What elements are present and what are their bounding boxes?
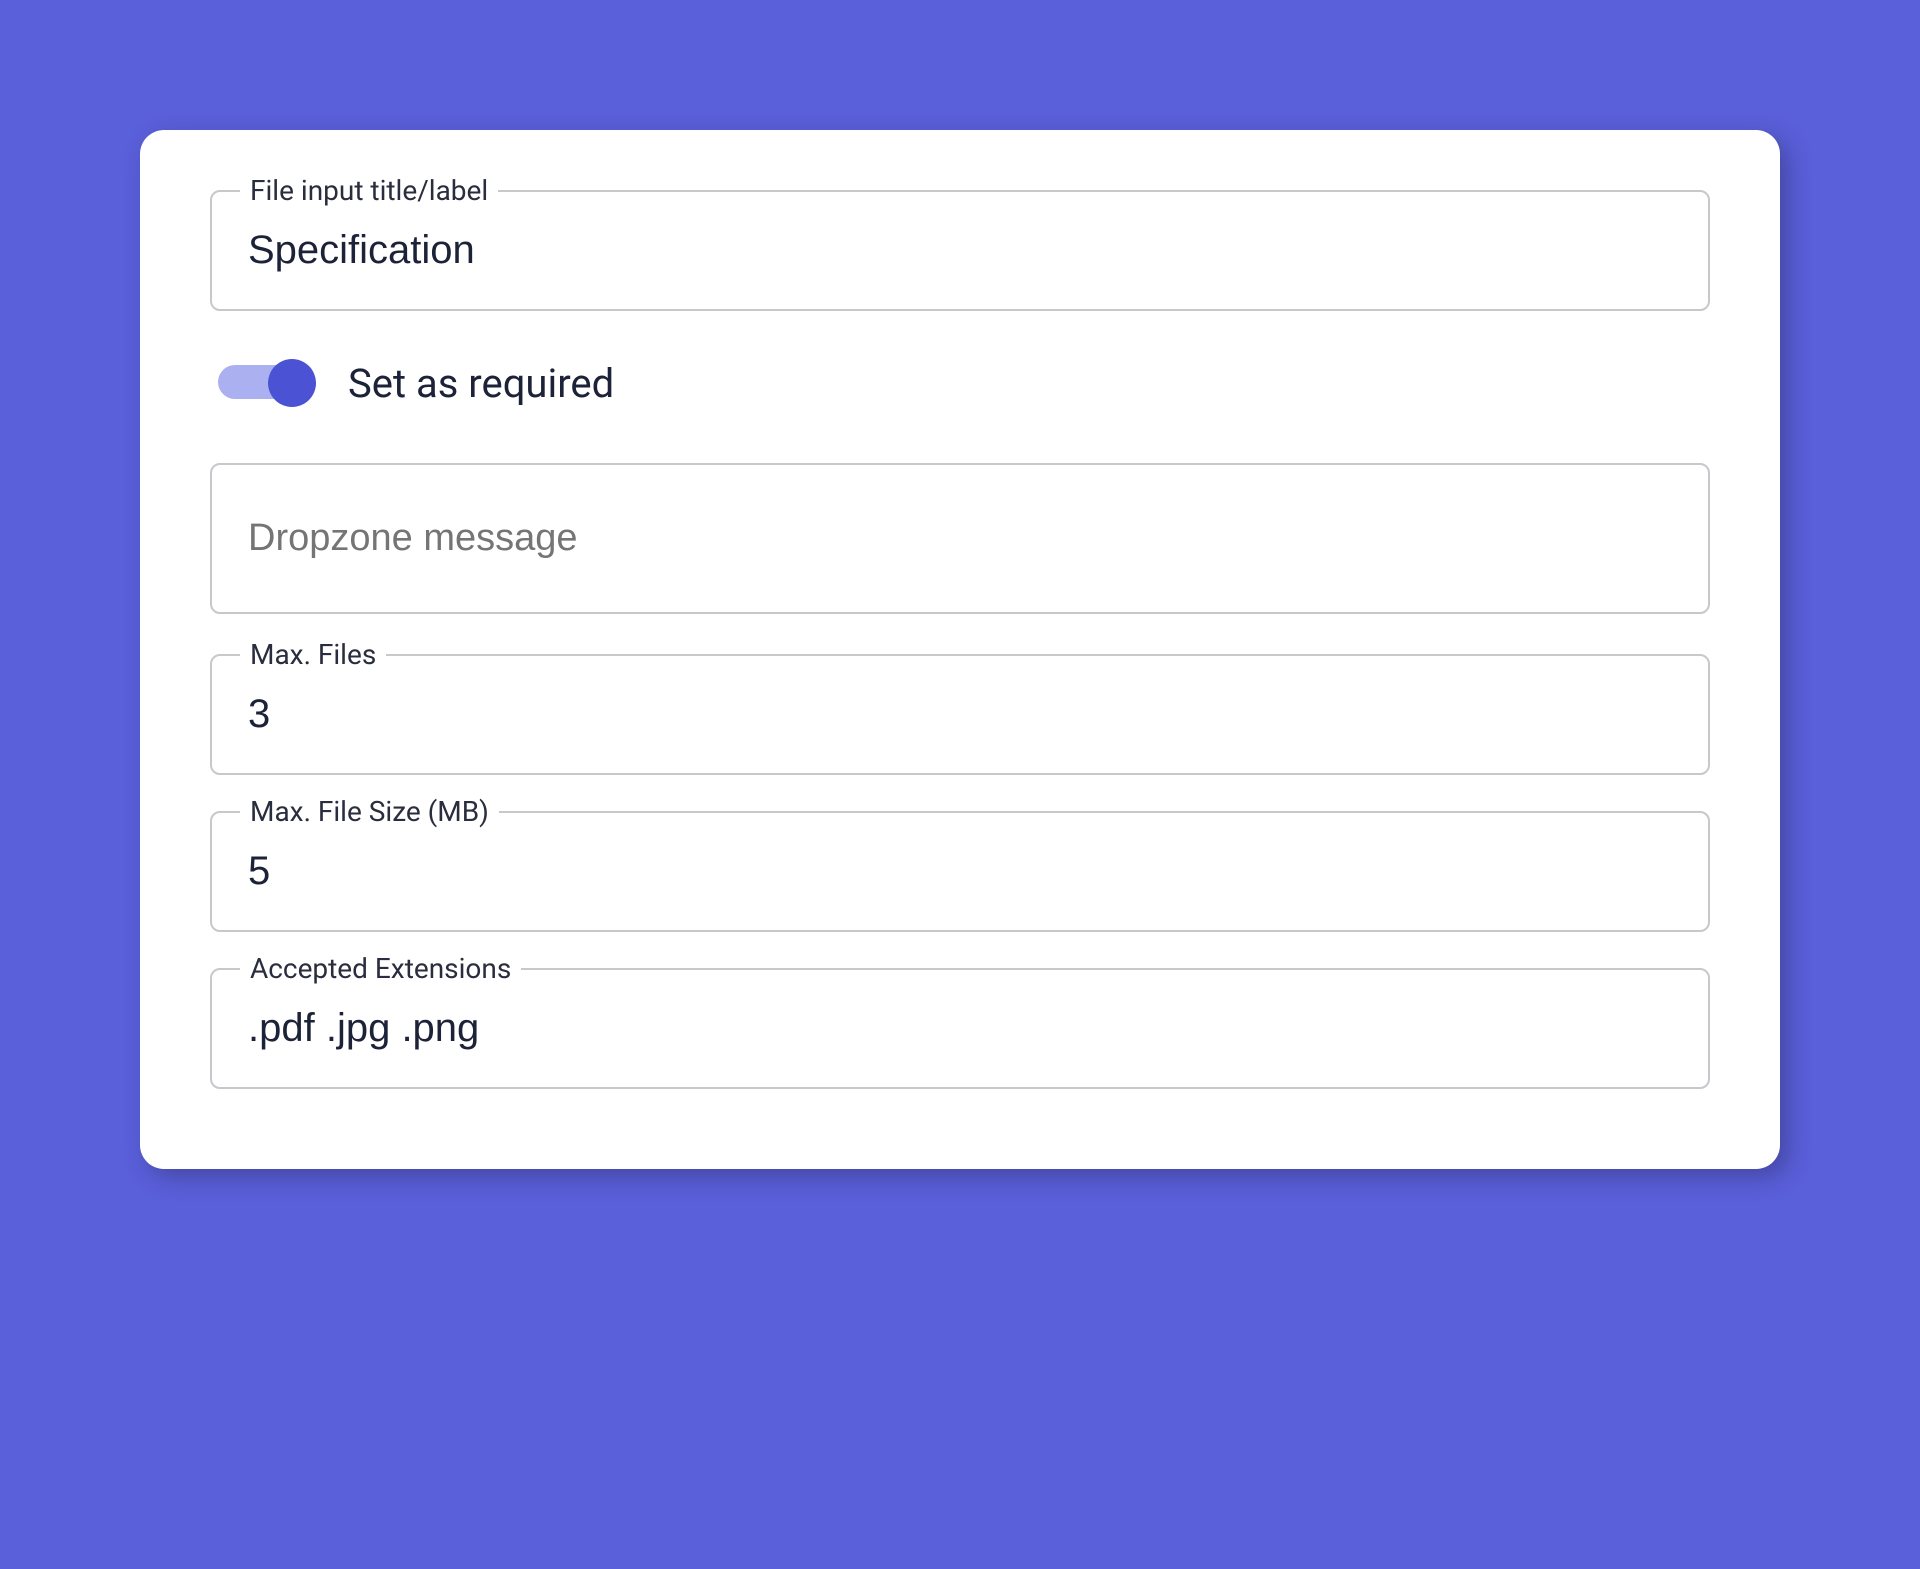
maxfiles-field-group: Max. Files bbox=[210, 654, 1710, 775]
maxfiles-label: Max. Files bbox=[240, 638, 386, 671]
maxsize-field-wrap[interactable]: Max. File Size (MB) bbox=[210, 811, 1710, 932]
maxsize-label: Max. File Size (MB) bbox=[240, 795, 499, 828]
title-field-group: File input title/label bbox=[210, 190, 1710, 311]
required-label: Set as required bbox=[348, 360, 614, 407]
extensions-field-wrap[interactable]: Accepted Extensions bbox=[210, 968, 1710, 1089]
maxfiles-field-wrap[interactable]: Max. Files bbox=[210, 654, 1710, 775]
extensions-field-group: Accepted Extensions bbox=[210, 968, 1710, 1089]
maxfiles-input[interactable] bbox=[248, 692, 1672, 737]
maxsize-input[interactable] bbox=[248, 849, 1672, 894]
dropzone-field-wrap[interactable] bbox=[210, 463, 1710, 614]
dropzone-input[interactable] bbox=[248, 517, 1672, 560]
maxsize-field-group: Max. File Size (MB) bbox=[210, 811, 1710, 932]
required-toggle-row: Set as required bbox=[210, 359, 1710, 407]
title-field-wrap[interactable]: File input title/label bbox=[210, 190, 1710, 311]
toggle-thumb-icon bbox=[268, 359, 316, 407]
title-input[interactable] bbox=[248, 228, 1672, 273]
extensions-input[interactable] bbox=[248, 1006, 1672, 1051]
required-toggle[interactable] bbox=[218, 359, 316, 407]
title-label: File input title/label bbox=[240, 174, 498, 207]
settings-card: File input title/label Set as required M… bbox=[140, 130, 1780, 1169]
extensions-label: Accepted Extensions bbox=[240, 952, 521, 985]
